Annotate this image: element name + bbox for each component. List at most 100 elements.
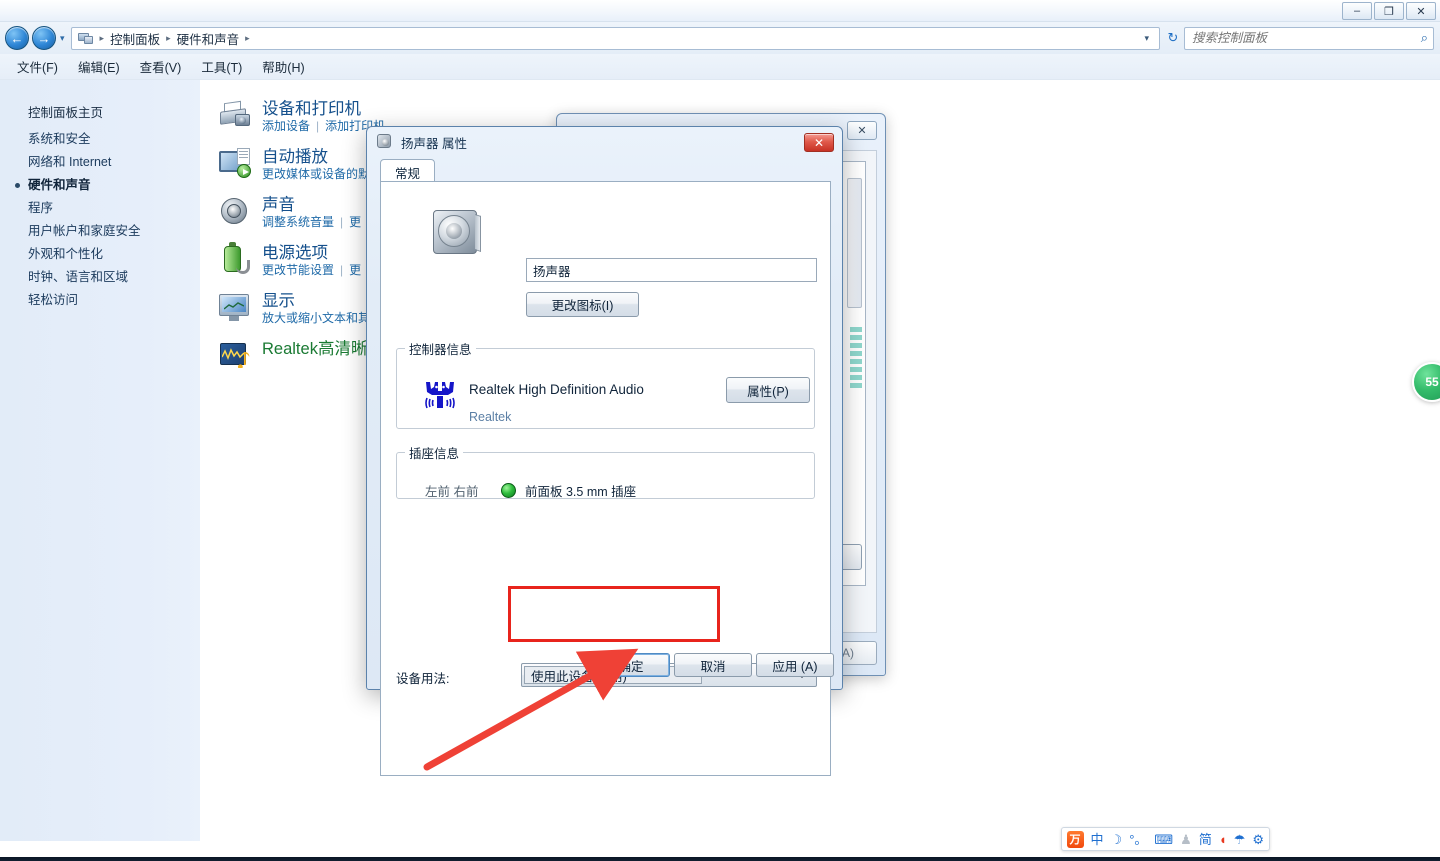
ime-user-icon[interactable]: ♟ (1180, 833, 1192, 846)
device-speaker-icon (431, 208, 483, 260)
category-link[interactable]: 调整系统音量 (262, 215, 334, 229)
category-link[interactable]: 更 (349, 215, 361, 229)
category-title[interactable]: 设备和打印机 (262, 95, 361, 119)
sidebar-item-label: 外观和个性化 (28, 247, 104, 261)
taskbar (0, 857, 1440, 861)
menu-item-tools[interactable]: 工具(T) (192, 54, 251, 79)
change-icon-label: 更改图标(I) (551, 299, 614, 313)
autoplay-icon (218, 146, 252, 180)
music-note-icon (238, 352, 250, 368)
menu-item-help[interactable]: 帮助(H) (253, 54, 313, 79)
speaker-icon (377, 134, 393, 150)
window-controls: – ❐ ✕ (1342, 2, 1436, 20)
dialog-titlebar[interactable]: 扬声器 属性 (367, 127, 842, 157)
breadcrumb-bar[interactable]: ▸ 控制面板 ▸ 硬件和声音 ▸ ▾ (70, 26, 1160, 50)
menu-item-file[interactable]: 文件(F) (8, 54, 67, 79)
category-link[interactable]: 更改节能设置 (262, 263, 334, 277)
search-box[interactable]: ⌕ (1184, 26, 1434, 50)
menu-item-edit[interactable]: 编辑(E) (69, 54, 129, 79)
category-links: 放大或缩小文本和其 (262, 309, 370, 326)
history-dropdown-button[interactable]: ▾ (60, 33, 65, 44)
ime-punctuation-icon[interactable]: °。 (1129, 833, 1147, 846)
active-bullet-icon (15, 183, 20, 188)
jack-channels: 左前 右前 (425, 485, 479, 499)
sidebar-item-label: 时钟、语言和区域 (28, 270, 129, 284)
controller-info-group: 控制器信息 Realtek High Definition Audio Real… (396, 339, 815, 429)
scrollbar-thumb[interactable] (847, 178, 862, 308)
category-title[interactable]: 显示 (262, 287, 295, 311)
jack-info-group: 插座信息 左前 右前 前面板 3.5 mm 插座 (396, 443, 815, 499)
refresh-button[interactable]: ↻ (1162, 27, 1184, 50)
minimize-button[interactable]: – (1342, 2, 1372, 20)
sidebar-item-programs[interactable]: 程序 (28, 197, 198, 220)
sidebar-item-ease-of-access[interactable]: 轻松访问 (28, 289, 198, 312)
category-link[interactable]: 添加设备 (262, 119, 310, 133)
jack-label: 前面板 3.5 mm 插座 (525, 485, 637, 499)
breadcrumb-separator: ▸ (245, 32, 250, 43)
sidebar-item-control-panel-home[interactable]: 控制面板主页 (28, 102, 103, 121)
close-icon: ✕ (857, 125, 867, 137)
forward-arrow-icon: → (37, 30, 51, 46)
ime-moon-icon[interactable]: ☽ (1111, 833, 1123, 846)
search-input[interactable] (1190, 30, 1421, 46)
category-links: 更改节能设置 | 更 (262, 261, 361, 278)
category-title[interactable]: 自动播放 (262, 143, 328, 167)
breadcrumb-item-1[interactable]: 硬件和声音 (174, 29, 243, 48)
maximize-button[interactable]: ❐ (1374, 2, 1404, 20)
breadcrumb-item-0[interactable]: 控制面板 (107, 29, 163, 48)
display-icon (218, 290, 252, 324)
address-bar-row: ← → ▾ ▸ 控制面板 ▸ 硬件和声音 ▸ ▾ ↻ ⌕ (0, 22, 1440, 54)
close-button[interactable]: ✕ (1406, 2, 1436, 20)
ime-tools-icon[interactable]: ◖ (1219, 833, 1227, 846)
back-button[interactable]: ← (5, 26, 29, 50)
ime-simplified-icon[interactable]: 简 (1199, 833, 1212, 846)
tab-general[interactable]: 常规 (380, 159, 436, 182)
sidebar-item-clock-language[interactable]: 时钟、语言和区域 (28, 266, 198, 289)
sidebar: 控制面板主页 系统和安全 网络和 Internet 硬件和声音 程序 用户帐户和… (0, 80, 200, 841)
breadcrumb-separator: ▸ (99, 32, 105, 43)
apply-button[interactable]: 应用 (A) (756, 653, 834, 677)
sidebar-item-network-internet[interactable]: 网络和 Internet (28, 151, 198, 174)
realtek-icon (218, 338, 252, 372)
sidebar-item-system-security[interactable]: 系统和安全 (28, 128, 198, 151)
ime-skin-icon[interactable]: ☂ (1234, 833, 1246, 846)
properties-label: 属性(P) (747, 384, 789, 399)
sidebar-item-label: 轻松访问 (28, 293, 79, 307)
category-title[interactable]: 电源选项 (262, 239, 328, 263)
back-arrow-icon: ← (10, 30, 24, 46)
close-icon: ✕ (1416, 5, 1426, 18)
controller-properties-button[interactable]: 属性(P) (726, 377, 810, 403)
sidebar-item-hardware-sound[interactable]: 硬件和声音 (15, 174, 198, 197)
ime-mode-chinese[interactable]: 中 (1091, 833, 1104, 846)
volume-meter (850, 327, 862, 412)
ime-keyboard-icon[interactable]: ⌨ (1154, 833, 1173, 846)
link-divider: | (316, 119, 320, 133)
dialog-close-button[interactable]: ✕ (804, 133, 834, 152)
breadcrumb-dropdown-icon[interactable]: ▾ (1144, 33, 1155, 44)
speaker-properties-dialog[interactable]: 扬声器 属性 ✕ 常规 更改图标(I) 控制器信息 (366, 126, 843, 776)
ime-toolbar[interactable]: 万 中 ☽ °。 ⌨ ♟ 简 ◖ ☂ ⚙ (1060, 827, 1270, 851)
category-title[interactable]: Realtek高清晰 (262, 335, 367, 359)
background-dialog-close-button[interactable]: ✕ (847, 121, 877, 140)
dialog-title: 扬声器 属性 (401, 136, 467, 151)
category-link[interactable]: 更 (349, 263, 361, 277)
refresh-icon: ↻ (1167, 30, 1179, 45)
category-link[interactable]: 更改媒体或设备的默 (262, 167, 370, 181)
device-name-input[interactable] (526, 258, 817, 282)
change-icon-button[interactable]: 更改图标(I) (526, 292, 639, 317)
sidebar-item-appearance[interactable]: 外观和个性化 (28, 243, 198, 266)
general-tab-panel: 更改图标(I) 控制器信息 Realtek H (380, 181, 831, 776)
ok-button[interactable]: 确定 (592, 653, 670, 677)
controller-name: Realtek High Definition Audio (469, 382, 644, 397)
link-divider: | (340, 215, 344, 229)
sidebar-item-user-accounts[interactable]: 用户帐户和家庭安全 (28, 220, 198, 243)
sidebar-item-label: 用户帐户和家庭安全 (28, 224, 141, 238)
category-title[interactable]: 声音 (262, 191, 295, 215)
ime-logo-icon[interactable]: 万 (1066, 830, 1084, 848)
forward-button[interactable]: → (32, 26, 56, 50)
chevron-down-icon: ▾ (60, 32, 65, 43)
cancel-button[interactable]: 取消 (674, 653, 752, 677)
menu-item-view[interactable]: 查看(V) (131, 54, 191, 79)
ime-settings-gear-icon[interactable]: ⚙ (1252, 833, 1264, 846)
category-link[interactable]: 放大或缩小文本和其 (262, 311, 370, 325)
